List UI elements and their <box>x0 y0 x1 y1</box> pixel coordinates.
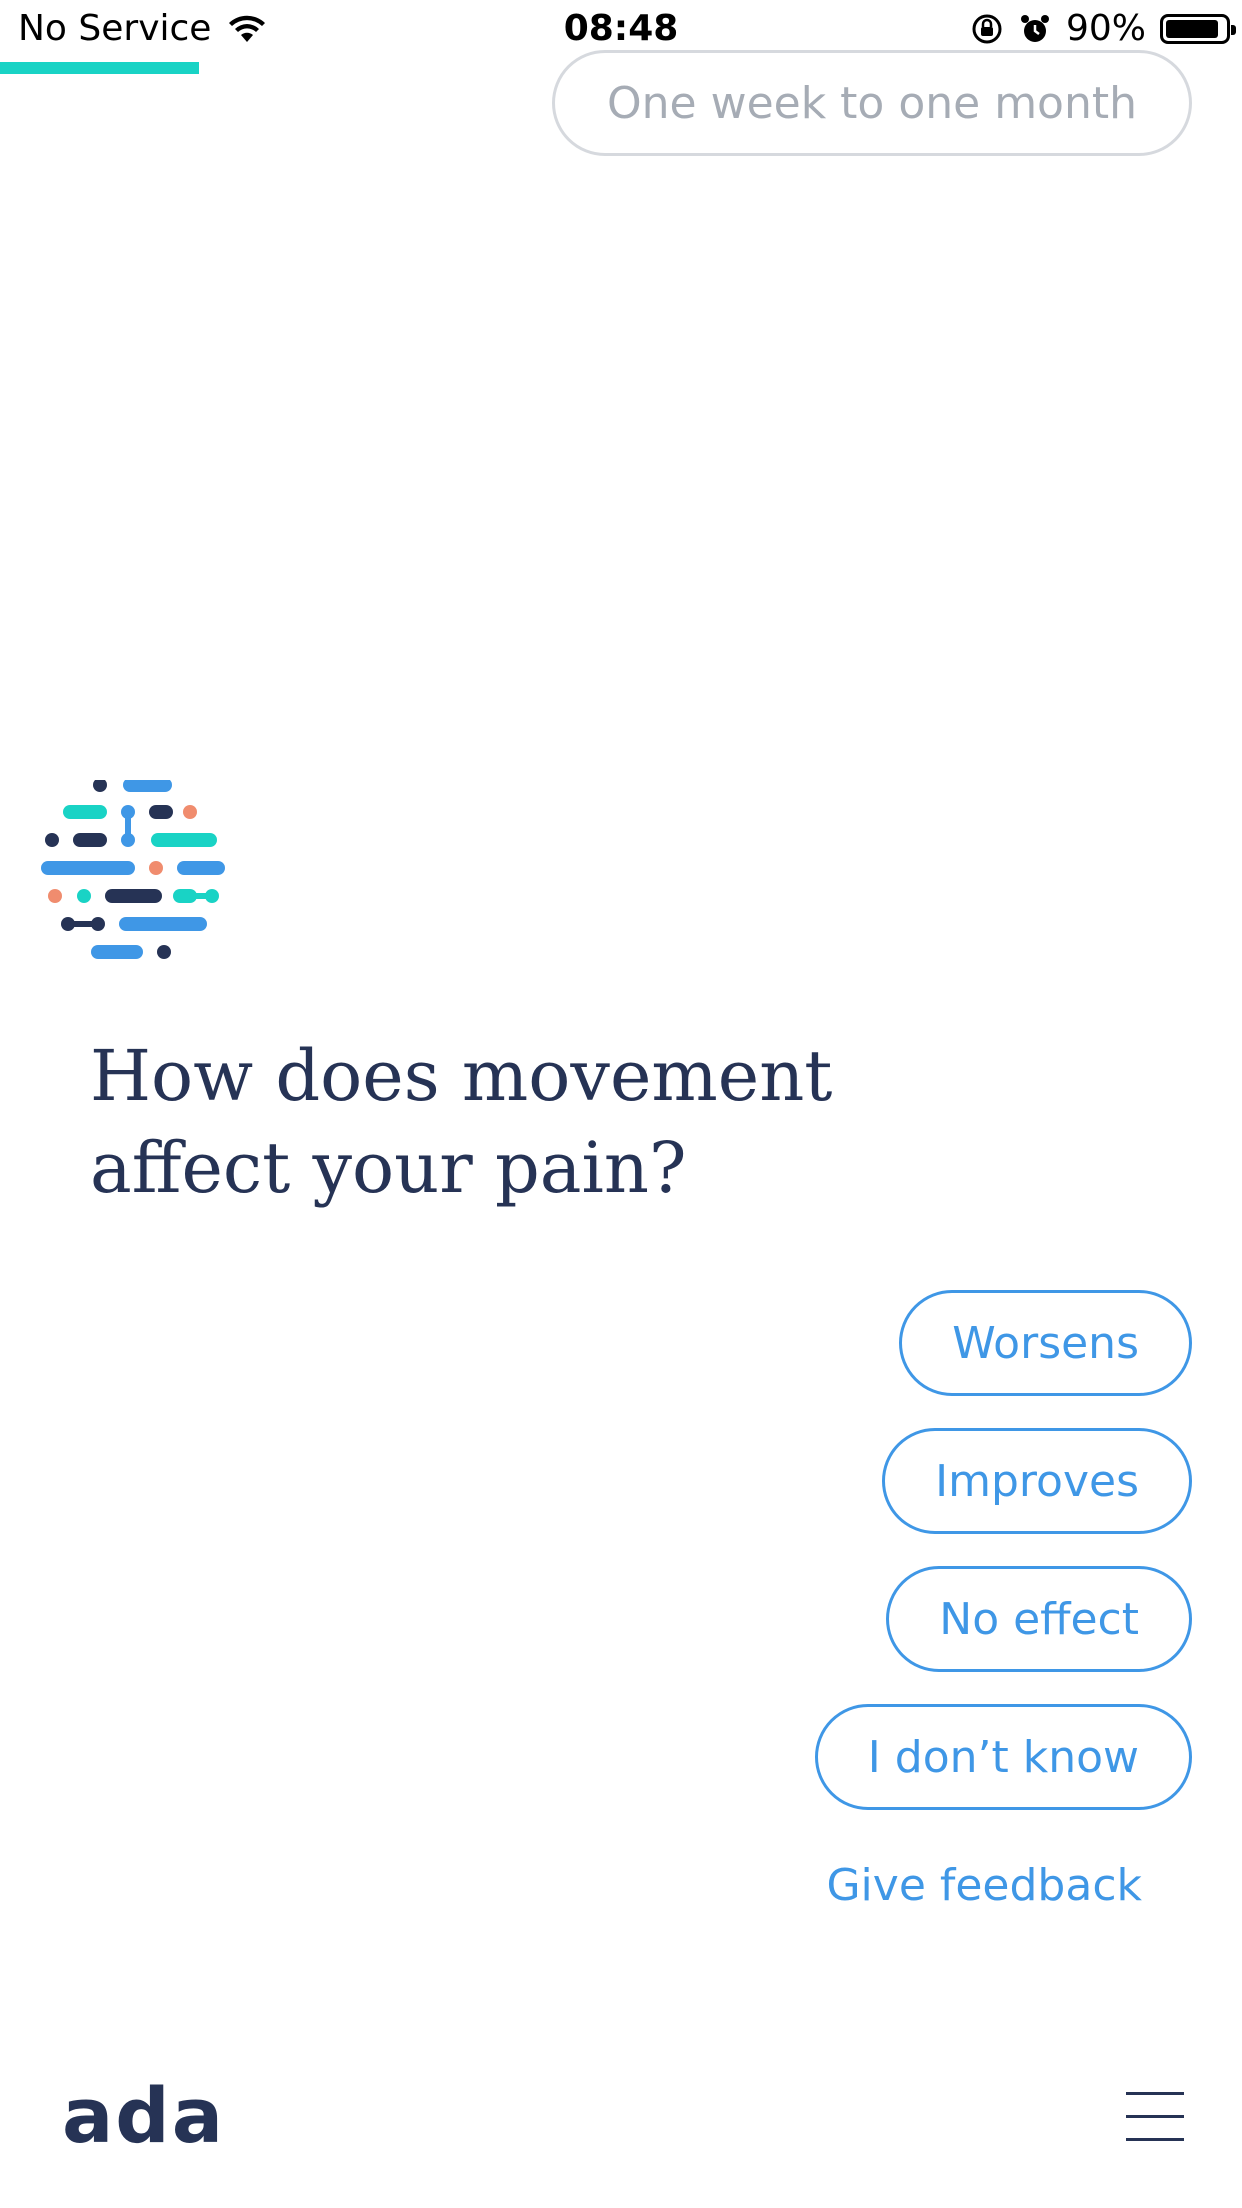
ada-logo: ada <box>62 2071 225 2160</box>
question-line-2: affect your pain? <box>90 1127 687 1209</box>
orientation-lock-icon <box>972 14 1002 43</box>
hamburger-menu-icon[interactable] <box>1126 2092 1184 2142</box>
battery-level <box>1166 19 1219 38</box>
battery-percent: 90% <box>1065 8 1146 49</box>
menu-line <box>1126 2138 1184 2141</box>
alarm-icon <box>1020 14 1049 42</box>
battery-icon <box>1160 13 1236 44</box>
previous-answer-bubble: One week to one month <box>552 50 1192 156</box>
option-dont-know-button[interactable]: I don’t know <box>814 1704 1192 1810</box>
question-line-1: How does movement <box>90 1035 833 1117</box>
ada-avatar-icon <box>41 780 225 959</box>
option-worsens-button[interactable]: Worsens <box>899 1290 1192 1396</box>
menu-line <box>1126 2115 1184 2118</box>
progress-fill <box>0 62 199 74</box>
option-no-effect-button[interactable]: No effect <box>886 1566 1192 1672</box>
question-text: How does movement affect your pain? <box>90 1030 990 1214</box>
option-improves-button[interactable]: Improves <box>882 1428 1192 1534</box>
answer-options: Worsens Improves No effect I don’t know <box>814 1290 1192 1810</box>
status-right: 90% <box>970 8 1236 49</box>
menu-line <box>1126 2092 1184 2095</box>
give-feedback-link[interactable]: Give feedback <box>826 1860 1142 1911</box>
